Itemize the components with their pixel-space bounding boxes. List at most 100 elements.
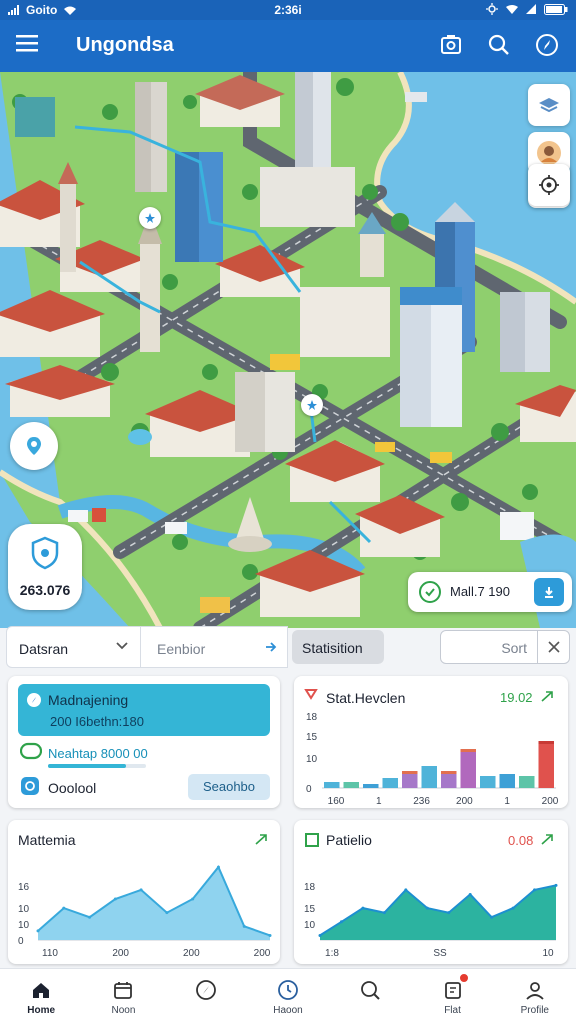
data-point[interactable] xyxy=(468,892,472,896)
dataset-dropdown[interactable]: Datsran xyxy=(7,627,141,667)
compass-icon xyxy=(536,34,558,56)
menu-button[interactable] xyxy=(16,34,42,58)
section-tab[interactable]: Eenbior xyxy=(143,627,287,667)
area-stat-chip[interactable]: 263.076 xyxy=(8,524,82,610)
bar[interactable] xyxy=(402,774,418,788)
location-chip[interactable] xyxy=(10,422,58,470)
highlighted-list-item[interactable]: Madnajening 200 I6bethn:180 xyxy=(18,684,270,736)
camera-button[interactable] xyxy=(438,32,464,58)
map-layers-button[interactable] xyxy=(528,84,570,126)
cell-icon xyxy=(526,4,536,14)
bar[interactable] xyxy=(499,774,516,788)
search-icon xyxy=(488,34,509,55)
data-point[interactable] xyxy=(533,888,537,892)
data-point[interactable] xyxy=(425,906,429,910)
nav-label: Home xyxy=(27,1005,56,1016)
x-tick-label: 110 xyxy=(42,948,58,959)
hamburger-icon xyxy=(16,35,38,52)
data-point[interactable] xyxy=(36,929,40,933)
data-point[interactable] xyxy=(242,924,246,928)
item1-title: Madnajening xyxy=(48,692,129,708)
data-point[interactable] xyxy=(113,897,117,901)
search-action-button[interactable]: Seaohbo xyxy=(188,774,270,800)
x-tick-label: 200 xyxy=(112,948,129,959)
nav-item-profile[interactable]: Profile xyxy=(494,969,576,1024)
area-chart-1: Mattemia 16 10 10 0 110 200 200 200 xyxy=(18,832,272,959)
data-point[interactable] xyxy=(139,888,143,892)
map-pin[interactable] xyxy=(301,394,323,416)
nav-label: Haoon xyxy=(273,1005,303,1016)
bar[interactable] xyxy=(421,766,438,788)
statistics-label: Statisition xyxy=(302,640,363,656)
statistics-tab[interactable]: Statisition xyxy=(292,630,384,664)
data-point[interactable] xyxy=(511,906,515,910)
bar[interactable] xyxy=(460,752,477,788)
list-item[interactable]: Neahtap 8000 00 xyxy=(20,742,270,768)
nav-item-search[interactable] xyxy=(329,969,411,1024)
x-tick-label: 160 xyxy=(328,796,345,807)
city-map[interactable]: 263.076 Mall.7 190 xyxy=(0,72,576,628)
app-bar: Ungondsa xyxy=(0,20,576,72)
bar[interactable] xyxy=(363,784,379,788)
data-point[interactable] xyxy=(88,915,92,919)
filter-tabs: Datsran Eenbior xyxy=(6,626,288,668)
bar[interactable] xyxy=(441,774,457,788)
search-icon xyxy=(361,981,380,1000)
data-point[interactable] xyxy=(490,915,494,919)
nav-item-calendar[interactable]: Noon xyxy=(82,969,164,1024)
camera-icon xyxy=(441,35,461,54)
nav-item-home[interactable]: Home xyxy=(0,969,82,1024)
nav-item-alerts[interactable]: Flat xyxy=(411,969,493,1024)
bar[interactable] xyxy=(519,776,535,788)
data-point[interactable] xyxy=(165,911,169,915)
data-point[interactable] xyxy=(404,888,408,892)
data-point[interactable] xyxy=(339,920,343,924)
clear-sort-button[interactable] xyxy=(537,631,569,663)
calendar-icon xyxy=(114,982,133,999)
data-point[interactable] xyxy=(191,897,195,901)
y-tick-label: 10 xyxy=(18,920,30,931)
nav-item-compass[interactable] xyxy=(165,969,247,1024)
data-point[interactable] xyxy=(361,906,365,910)
map-pin[interactable] xyxy=(139,207,161,229)
trend-up-icon xyxy=(255,834,267,845)
bar-cap xyxy=(460,749,476,752)
y-tick-label: 0 xyxy=(18,936,24,947)
arrow-right-icon xyxy=(266,642,277,652)
bar[interactable] xyxy=(538,744,555,788)
data-point[interactable] xyxy=(62,906,66,910)
notification-badge xyxy=(458,973,469,983)
search-button[interactable] xyxy=(486,32,512,58)
bar[interactable] xyxy=(343,782,360,788)
chevron-down-icon xyxy=(116,642,128,650)
alerts-icon xyxy=(444,982,461,999)
bar[interactable] xyxy=(382,778,399,788)
section-label: Eenbior xyxy=(157,641,206,657)
data-point[interactable] xyxy=(216,865,220,869)
x-tick-label: SS xyxy=(433,948,447,959)
x-tick-label: 200 xyxy=(542,796,559,807)
x-tick-label: 200 xyxy=(183,948,200,959)
bar-cap xyxy=(441,771,457,774)
x-tick-label: 200 xyxy=(456,796,473,807)
nav-item-clock[interactable]: Haoon xyxy=(247,969,329,1024)
data-point[interactable] xyxy=(318,933,322,937)
map-info-badge[interactable]: Mall.7 190 xyxy=(408,572,572,612)
close-icon xyxy=(547,641,560,653)
data-point[interactable] xyxy=(268,933,272,937)
locate-button[interactable] xyxy=(528,164,570,206)
bar[interactable] xyxy=(324,782,340,788)
sort-button[interactable]: Sort xyxy=(501,640,527,656)
data-point[interactable] xyxy=(554,883,558,887)
map-info-action-button[interactable] xyxy=(534,578,564,606)
area-chart-card-2: Patielio 0.08 18 15 10 1:8 SS 10 xyxy=(294,820,568,964)
bar-chart: Stat.Hevclen 19.02 18 15 10 0 160 1 236 200 1 200 xyxy=(304,689,559,807)
data-point[interactable] xyxy=(447,911,451,915)
city-map-illustration xyxy=(0,72,576,628)
crosshair-icon xyxy=(539,175,559,195)
area-chart-1-title: Mattemia xyxy=(18,832,76,848)
data-point[interactable] xyxy=(382,911,386,915)
bar[interactable] xyxy=(480,776,496,788)
brightness-icon xyxy=(486,3,498,15)
compass-button[interactable] xyxy=(534,32,560,58)
